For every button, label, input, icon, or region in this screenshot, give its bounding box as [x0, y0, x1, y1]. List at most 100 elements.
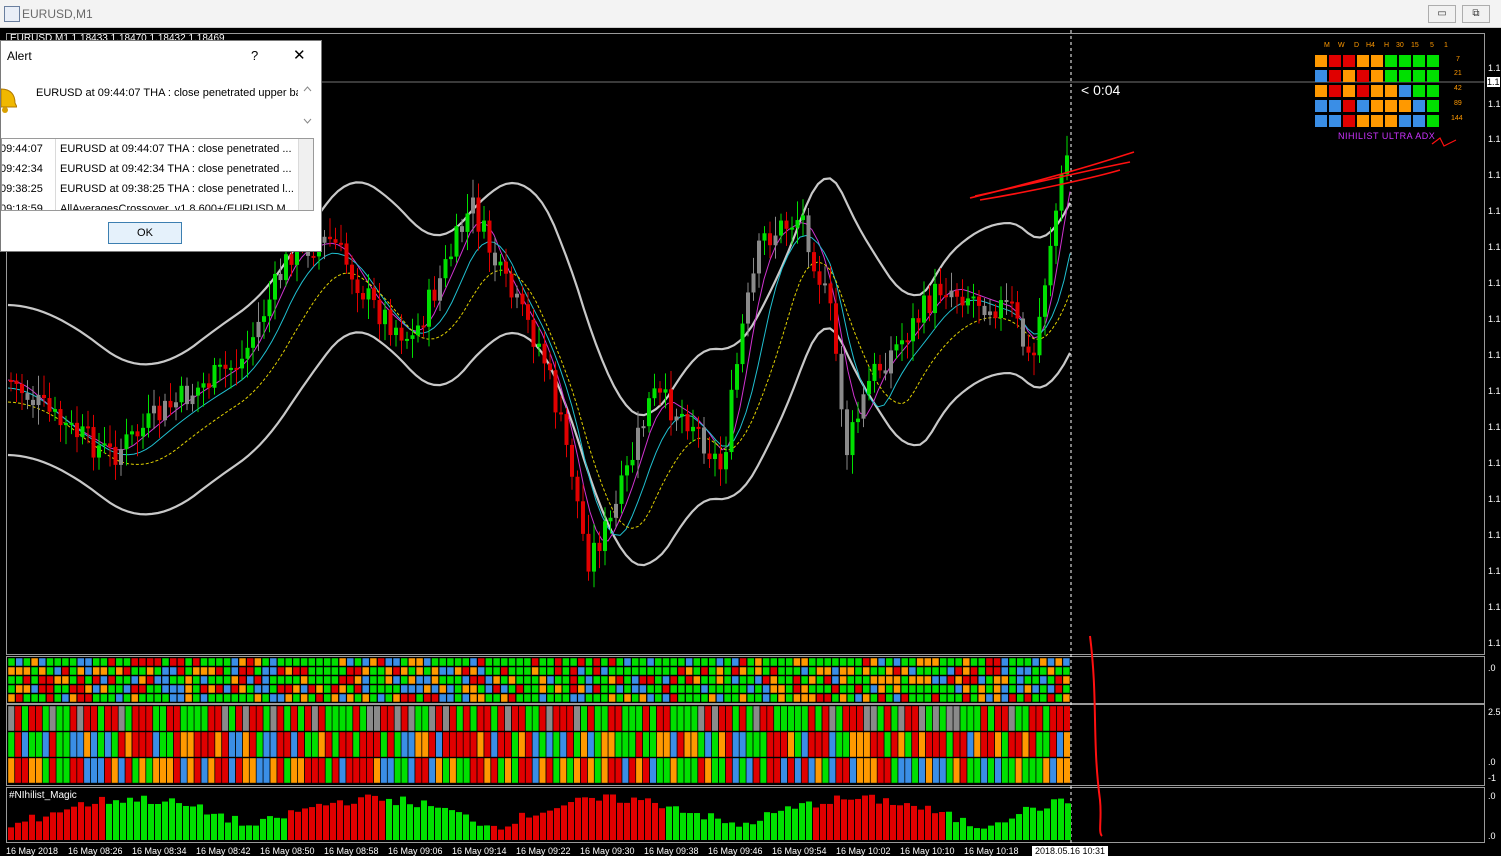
adx-strip-cell — [600, 693, 609, 703]
adx-matrix-cell — [159, 731, 167, 758]
adx-strip-cell — [731, 684, 740, 694]
legend-grid-cell — [1343, 115, 1355, 127]
candle-body — [784, 220, 789, 229]
alert-dialog[interactable]: Alert ? ✕ EURUSD at 09:44:07 THA : close… — [0, 40, 322, 252]
adx-matrix-cell — [470, 757, 477, 784]
adx-matrix-cell — [1022, 757, 1029, 784]
lower-band-line — [7, 327, 1071, 567]
adx-strip-cell — [84, 693, 93, 703]
ok-button[interactable]: OK — [108, 222, 182, 244]
time-tick: 16 May 08:42 — [196, 846, 251, 856]
matrix-axis-tick: 2.5 — [1488, 707, 1501, 717]
adx-strip-cell — [562, 675, 570, 685]
adx-matrix-cell — [449, 731, 457, 758]
adx-strip-cell — [1054, 666, 1063, 676]
alert-history-list[interactable]: 09:44:07 EURUSD at 09:44:07 THA : close … — [1, 138, 314, 211]
adx-strip-cell — [700, 675, 709, 685]
adx-strip-cell — [685, 693, 693, 703]
adx-strip-cell — [346, 666, 355, 676]
adx-matrix-cell — [28, 705, 36, 732]
adx-strip-cell — [954, 675, 963, 685]
adx-strip-cell — [908, 666, 917, 676]
adx-strip-cell — [254, 666, 262, 676]
adx-matrix-cell — [249, 705, 257, 732]
adx-strip-cell — [754, 675, 763, 685]
adx-strip-cell — [246, 657, 254, 667]
adx-matrix-cell — [359, 705, 367, 732]
adx-matrix-cell — [552, 731, 560, 758]
candle-body — [471, 197, 475, 214]
adx-strip-cell — [847, 675, 855, 685]
adx-strip-cell — [816, 666, 824, 676]
adx-matrix-cell — [490, 731, 498, 758]
adx-matrix-cell — [497, 731, 505, 758]
adx-strip-cell — [839, 693, 847, 703]
adx-strip-cell — [431, 684, 439, 694]
price-axis[interactable]: 1.1 1.1 1.1 1.1 1.1 1.1 1.1 1.1 1.1 1.1 … — [1486, 33, 1501, 843]
price-tick: 1.1 — [1488, 458, 1501, 468]
candle-body — [504, 261, 508, 274]
adx-matrix-cell — [677, 705, 684, 732]
adx-matrix-cell — [766, 757, 774, 784]
adx-matrix-cell — [1063, 705, 1071, 732]
adx-matrix-cell — [670, 757, 678, 784]
adx-matrix-cell — [380, 757, 388, 784]
adx-strip-cell — [30, 684, 39, 694]
adx-strip-cell — [785, 684, 793, 694]
adx-matrix-cell — [194, 757, 202, 784]
adx-matrix-cell — [1015, 705, 1023, 732]
adx-matrix-cell — [290, 757, 298, 784]
magic-histogram-bar — [421, 800, 427, 840]
list-item[interactable]: 09:44:07 EURUSD at 09:44:07 THA : close … — [2, 139, 298, 159]
candle-body — [916, 318, 921, 323]
help-button[interactable]: ? — [251, 48, 258, 63]
adx-matrix-cell — [359, 757, 367, 784]
column-divider — [55, 139, 56, 159]
adx-strip-cell — [323, 675, 331, 685]
history-scrollbar[interactable] — [298, 139, 313, 210]
adx-strip-cell — [61, 675, 70, 685]
adx-strip-cell — [130, 693, 139, 703]
adx-strip-cell — [985, 684, 994, 694]
legend-col-label: W — [1338, 42, 1345, 49]
adx-strip-cell — [215, 684, 224, 694]
adx-strip-cell — [700, 693, 709, 703]
adx-strip-cell — [77, 684, 85, 694]
adx-strip-cell — [115, 693, 124, 703]
candle-body — [130, 431, 134, 435]
adx-strip-cell — [1016, 684, 1024, 694]
adx-matrix-cell — [131, 731, 139, 758]
adx-matrix-cell — [980, 731, 988, 758]
adx-strip-cell — [1024, 684, 1032, 694]
adx-strip-cell — [46, 684, 54, 694]
adx-strip-cell — [954, 693, 963, 703]
list-item[interactable]: 09:42:34 EURUSD at 09:42:34 THA : close … — [2, 159, 298, 179]
adx-strip-cell — [308, 666, 316, 676]
magic-histogram-bar — [631, 797, 637, 840]
adx-strip-cell — [415, 684, 424, 694]
adx-matrix-cell — [1008, 731, 1016, 758]
adx-matrix-cell — [90, 757, 98, 784]
message-scrollbar[interactable] — [300, 82, 315, 128]
adx-strip-cell — [431, 693, 439, 703]
adx-strip-cell — [731, 666, 740, 676]
adx-matrix-cell — [1042, 757, 1050, 784]
magic-histogram-bar — [162, 801, 168, 840]
adx-strip-cell — [793, 675, 801, 685]
adx-strip-cell — [646, 693, 655, 703]
adx-matrix-cell — [587, 757, 595, 784]
adx-matrix-cell — [304, 731, 312, 758]
list-item[interactable]: 09:38:25 EURUSD at 09:38:25 THA : close … — [2, 179, 298, 199]
list-item[interactable]: 09:18:59 AllAveragesCrossover_v1.8 600+(… — [2, 199, 298, 210]
adx-matrix-cell — [35, 757, 43, 784]
adx-strip-cell — [7, 666, 16, 676]
adx-matrix-cell — [297, 705, 305, 732]
adx-strip-cell — [947, 693, 955, 703]
time-axis[interactable]: 16 May 2018 16 May 08:26 16 May 08:34 16… — [6, 844, 1486, 856]
adx-strip-cell — [53, 684, 62, 694]
legend-grid-cell — [1343, 70, 1355, 82]
adx-strip-cell — [15, 657, 23, 667]
magic-histogram-bar — [99, 796, 105, 840]
close-button[interactable]: ✕ — [293, 46, 306, 64]
adx-matrix-cell — [842, 757, 850, 784]
